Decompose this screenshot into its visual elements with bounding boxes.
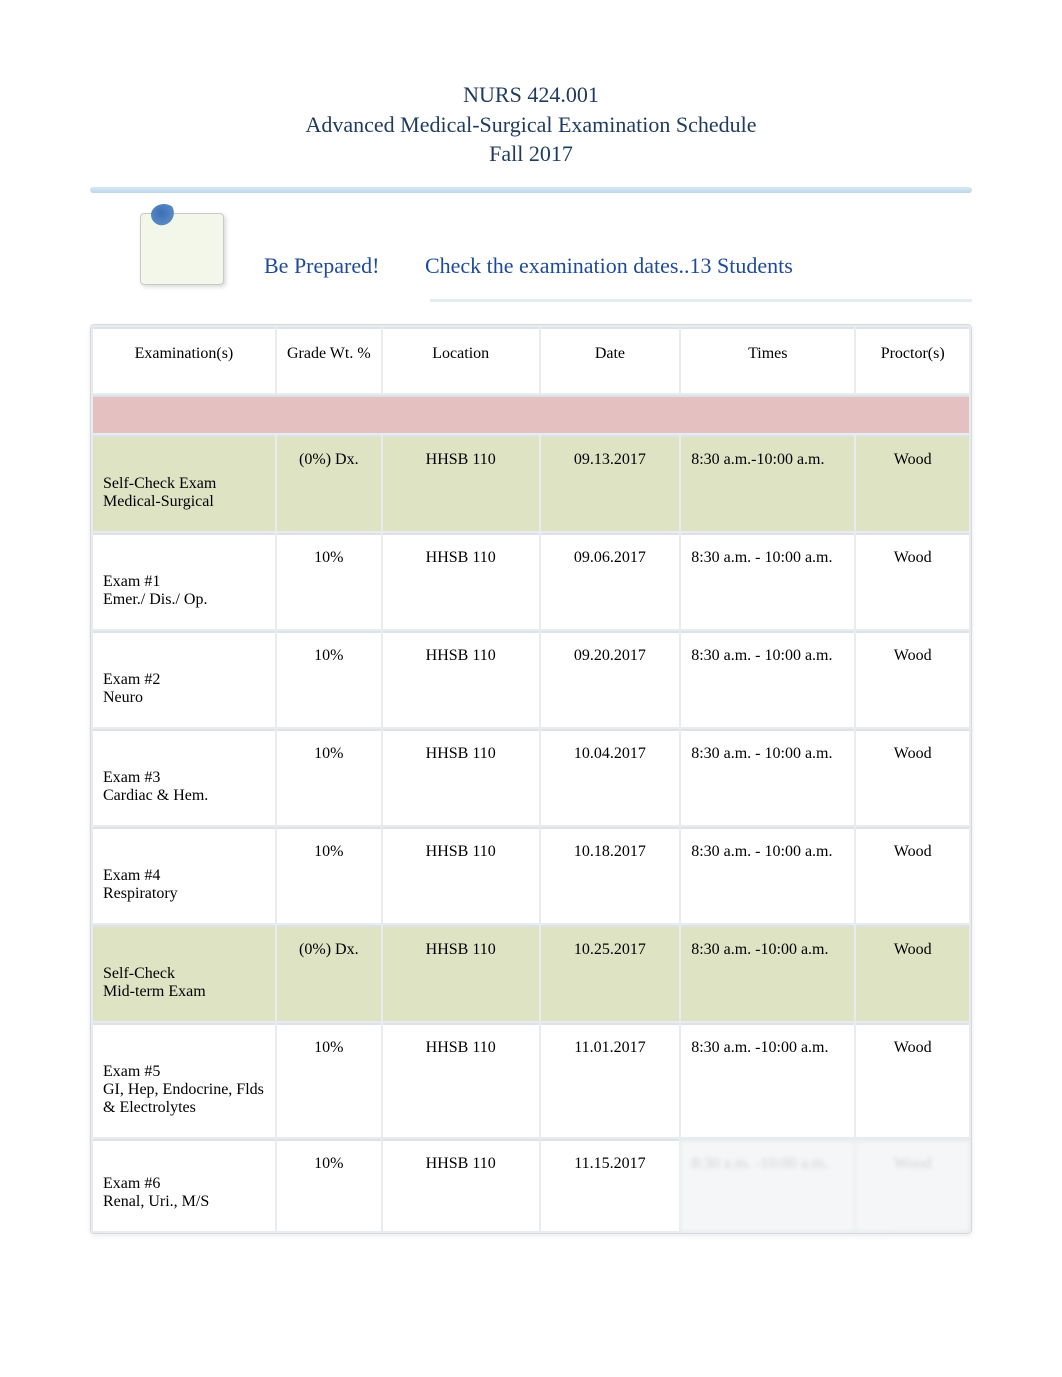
exam-name: Exam #4: [103, 867, 265, 885]
note-icon: [140, 213, 224, 285]
exam-subject: Medical-Surgical: [103, 493, 265, 511]
exam-subject: Respiratory: [103, 885, 265, 903]
cell-location: HHSB 110: [383, 631, 539, 727]
cell-times: 8:30 a.m. - 10:00 a.m.: [681, 729, 854, 825]
cell-grade: 10%: [277, 827, 381, 923]
header-divider: [90, 187, 972, 193]
exam-subject: GI, Hep, Endocrine, Flds & Electrolytes: [103, 1081, 265, 1117]
exam-name: Exam #2: [103, 671, 265, 689]
cell-date: 10.25.2017: [541, 925, 680, 1021]
col-header-grade: Grade Wt. %: [277, 327, 381, 393]
cell-grade: (0%) Dx.: [277, 925, 381, 1021]
cell-grade: 10%: [277, 533, 381, 629]
cell-exam: Self-CheckMid-term Exam: [93, 925, 275, 1021]
cell-date: 09.06.2017: [541, 533, 680, 629]
banner-text: Be Prepared! Check the examination dates…: [264, 253, 793, 285]
cell-grade: (0%) Dx.: [277, 435, 381, 531]
exam-name: Exam #1: [103, 573, 265, 591]
cell-location: HHSB 110: [383, 729, 539, 825]
cell-proctor: Wood: [856, 1139, 969, 1231]
cell-times: 8:30 a.m. - 10:00 a.m.: [681, 533, 854, 629]
cell-exam: Exam #4Respiratory: [93, 827, 275, 923]
course-term: Fall 2017: [90, 139, 972, 169]
col-header-times: Times: [681, 327, 854, 393]
exam-subject: Renal, Uri., M/S: [103, 1193, 265, 1211]
banner-check: Check the examination dates..13 Students: [425, 253, 793, 278]
page-header: NURS 424.001 Advanced Medical-Surgical E…: [90, 80, 972, 169]
cell-times: 8:30 a.m. -10:00 a.m.: [681, 1139, 854, 1231]
schedule-table: Examination(s) Grade Wt. % Location Date…: [91, 325, 971, 1233]
cell-exam: Exam #6Renal, Uri., M/S: [93, 1139, 275, 1231]
col-header-date: Date: [541, 327, 680, 393]
col-header-location: Location: [383, 327, 539, 393]
exam-subject: Neuro: [103, 689, 265, 707]
cell-location: HHSB 110: [383, 533, 539, 629]
cell-exam: Exam #2Neuro: [93, 631, 275, 727]
cell-proctor: Wood: [856, 1023, 969, 1137]
cell-proctor: Wood: [856, 729, 969, 825]
cell-date: 09.13.2017: [541, 435, 680, 531]
cell-grade: 10%: [277, 1139, 381, 1231]
col-header-proctor: Proctor(s): [856, 327, 969, 393]
cell-date: 11.01.2017: [541, 1023, 680, 1137]
exam-subject: Mid-term Exam: [103, 983, 265, 1001]
table-row: Exam #2Neuro10%HHSB 11009.20.20178:30 a.…: [93, 631, 969, 727]
banner-prepared: Be Prepared!: [264, 253, 379, 278]
cell-grade: 10%: [277, 729, 381, 825]
exam-name: Self-Check: [103, 965, 265, 983]
cell-location: HHSB 110: [383, 925, 539, 1021]
table-header-row: Examination(s) Grade Wt. % Location Date…: [93, 327, 969, 393]
cell-times: 8:30 a.m. - 10:00 a.m.: [681, 827, 854, 923]
table-row: Exam #5GI, Hep, Endocrine, Flds & Electr…: [93, 1023, 969, 1137]
cell-date: 09.20.2017: [541, 631, 680, 727]
cell-proctor: Wood: [856, 925, 969, 1021]
cell-times: 8:30 a.m. -10:00 a.m.: [681, 925, 854, 1021]
cell-exam: Self-Check ExamMedical-Surgical: [93, 435, 275, 531]
exam-name: Exam #6: [103, 1175, 265, 1193]
cell-proctor: Wood: [856, 827, 969, 923]
spacer-row: [93, 395, 969, 433]
table-body: Self-Check ExamMedical-Surgical(0%) Dx.H…: [93, 395, 969, 1231]
cell-grade: 10%: [277, 1023, 381, 1137]
banner-divider: [430, 299, 972, 302]
exam-name: Self-Check Exam: [103, 475, 265, 493]
cell-proctor: Wood: [856, 435, 969, 531]
table-row: Self-CheckMid-term Exam(0%) Dx.HHSB 1101…: [93, 925, 969, 1021]
cell-times: 8:30 a.m.-10:00 a.m.: [681, 435, 854, 531]
cell-exam: Exam #1Emer./ Dis./ Op.: [93, 533, 275, 629]
exam-name: Exam #5: [103, 1063, 265, 1081]
exam-name: Exam #3: [103, 769, 265, 787]
cell-proctor: Wood: [856, 533, 969, 629]
cell-grade: 10%: [277, 631, 381, 727]
cell-date: 10.18.2017: [541, 827, 680, 923]
cell-date: 11.15.2017: [541, 1139, 680, 1231]
cell-times: 8:30 a.m. -10:00 a.m.: [681, 1023, 854, 1137]
table-row: Exam #6Renal, Uri., M/S10%HHSB 11011.15.…: [93, 1139, 969, 1231]
cell-proctor: Wood: [856, 631, 969, 727]
table-row: Self-Check ExamMedical-Surgical(0%) Dx.H…: [93, 435, 969, 531]
exam-subject: Emer./ Dis./ Op.: [103, 591, 265, 609]
table-row: Exam #3Cardiac & Hem.10%HHSB 11010.04.20…: [93, 729, 969, 825]
exam-subject: Cardiac & Hem.: [103, 787, 265, 805]
cell-exam: Exam #5GI, Hep, Endocrine, Flds & Electr…: [93, 1023, 275, 1137]
schedule-table-wrap: Examination(s) Grade Wt. % Location Date…: [90, 324, 972, 1234]
banner: Be Prepared! Check the examination dates…: [140, 213, 972, 285]
cell-times: 8:30 a.m. - 10:00 a.m.: [681, 631, 854, 727]
cell-location: HHSB 110: [383, 827, 539, 923]
cell-exam: Exam #3Cardiac & Hem.: [93, 729, 275, 825]
col-header-exam: Examination(s): [93, 327, 275, 393]
spacer-cell: [93, 395, 969, 433]
cell-date: 10.04.2017: [541, 729, 680, 825]
course-title: Advanced Medical-Surgical Examination Sc…: [90, 110, 972, 140]
cell-location: HHSB 110: [383, 1139, 539, 1231]
cell-location: HHSB 110: [383, 1023, 539, 1137]
table-row: Exam #4Respiratory10%HHSB 11010.18.20178…: [93, 827, 969, 923]
course-code: NURS 424.001: [90, 80, 972, 110]
table-row: Exam #1Emer./ Dis./ Op.10%HHSB 11009.06.…: [93, 533, 969, 629]
cell-location: HHSB 110: [383, 435, 539, 531]
